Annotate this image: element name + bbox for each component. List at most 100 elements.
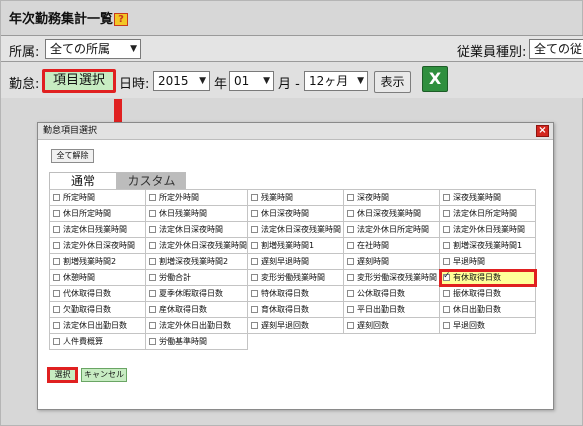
checkbox[interactable] xyxy=(149,242,156,249)
item-checkbox-cell[interactable]: 代休取得日数 xyxy=(49,285,146,302)
checkbox[interactable] xyxy=(53,338,60,345)
checkbox[interactable] xyxy=(53,242,60,249)
item-checkbox-cell[interactable]: 法定休日深夜残業時間 xyxy=(247,221,344,238)
show-button[interactable]: 表示 xyxy=(374,71,411,93)
checkbox[interactable] xyxy=(251,274,258,281)
checkbox[interactable] xyxy=(251,242,258,249)
item-checkbox-cell[interactable]: 欠勤取得日数 xyxy=(49,301,146,318)
close-icon[interactable]: × xyxy=(536,125,549,137)
item-checkbox-cell[interactable]: 遅刻早退回数 xyxy=(247,317,344,334)
item-checkbox-cell[interactable]: 法定休日所定時間 xyxy=(439,205,536,222)
checkbox[interactable] xyxy=(149,226,156,233)
checkbox[interactable] xyxy=(347,242,354,249)
checkbox[interactable] xyxy=(443,258,450,265)
checkbox[interactable] xyxy=(251,210,258,217)
checkbox[interactable] xyxy=(347,258,354,265)
checkbox[interactable] xyxy=(443,322,450,329)
checkbox[interactable] xyxy=(443,242,450,249)
item-checkbox-cell[interactable]: 産休取得日数 xyxy=(145,301,248,318)
cancel-button[interactable]: キャンセル xyxy=(81,368,127,382)
item-checkbox-cell[interactable]: 割増深夜残業時間1 xyxy=(439,237,536,254)
checkbox[interactable] xyxy=(53,226,60,233)
item-checkbox-cell[interactable]: 休日残業時間 xyxy=(145,205,248,222)
item-checkbox-cell[interactable]: 深夜時間 xyxy=(343,189,440,206)
tab-normal[interactable]: 通常 xyxy=(49,172,117,189)
checkbox[interactable] xyxy=(149,274,156,281)
checkbox[interactable] xyxy=(347,210,354,217)
item-checkbox-cell[interactable]: 変形労働残業時間 xyxy=(247,269,344,286)
checkbox[interactable] xyxy=(443,271,451,281)
checkbox[interactable] xyxy=(53,274,60,281)
period-select[interactable]: 12ヶ月 ▼ xyxy=(304,71,368,91)
item-checkbox-cell[interactable]: 休日出勤日数 xyxy=(439,301,536,318)
item-checkbox-cell[interactable]: 休日深夜時間 xyxy=(247,205,344,222)
item-checkbox-cell[interactable]: 有休取得日数 xyxy=(438,268,537,287)
item-checkbox-cell[interactable]: 平日出勤日数 xyxy=(343,301,440,318)
item-checkbox-cell[interactable]: 深夜残業時間 xyxy=(439,189,536,206)
item-checkbox-cell[interactable]: 遅刻早退時間 xyxy=(247,253,344,270)
checkbox[interactable] xyxy=(251,258,258,265)
item-checkbox-cell[interactable]: 遅刻時間 xyxy=(343,253,440,270)
checkbox[interactable] xyxy=(53,290,60,297)
excel-export-icon[interactable]: X xyxy=(422,66,448,92)
item-checkbox-cell[interactable]: 法定外休日残業時間 xyxy=(439,221,536,238)
item-checkbox-cell[interactable]: 休憩時間 xyxy=(49,269,146,286)
item-checkbox-cell[interactable]: 法定休日出勤日数 xyxy=(49,317,146,334)
item-checkbox-cell[interactable]: 割増残業時間1 xyxy=(247,237,344,254)
item-checkbox-cell[interactable]: 遅刻回数 xyxy=(343,317,440,334)
month-select[interactable]: 01 ▼ xyxy=(229,71,274,91)
employee-type-select[interactable]: 全ての従 xyxy=(529,39,583,59)
checkbox[interactable] xyxy=(347,290,354,297)
checkbox[interactable] xyxy=(443,290,450,297)
item-checkbox-cell[interactable]: 変形労働深夜残業時間 xyxy=(343,269,440,286)
item-checkbox-cell[interactable]: 公休取得日数 xyxy=(343,285,440,302)
item-checkbox-cell[interactable]: 残業時間 xyxy=(247,189,344,206)
item-checkbox-cell[interactable]: 特休取得日数 xyxy=(247,285,344,302)
checkbox[interactable] xyxy=(149,194,156,201)
item-checkbox-cell[interactable]: 早退時間 xyxy=(439,253,536,270)
checkbox[interactable] xyxy=(149,306,156,313)
item-checkbox-cell[interactable]: 法定外休日深夜残業時間 xyxy=(145,237,248,254)
item-checkbox-cell[interactable]: 割増残業時間2 xyxy=(49,253,146,270)
checkbox[interactable] xyxy=(149,338,156,345)
item-checkbox-cell[interactable]: 休日深夜残業時間 xyxy=(343,205,440,222)
checkbox[interactable] xyxy=(347,194,354,201)
checkbox[interactable] xyxy=(53,322,60,329)
department-select[interactable]: 全ての所属 ▼ xyxy=(45,39,141,59)
year-select[interactable]: 2015 ▼ xyxy=(153,71,210,91)
item-checkbox-cell[interactable]: 割増深夜残業時間2 xyxy=(145,253,248,270)
checkbox[interactable] xyxy=(149,210,156,217)
tab-custom[interactable]: カスタム xyxy=(117,172,186,189)
item-checkbox-cell[interactable]: 在社時間 xyxy=(343,237,440,254)
select-button[interactable]: 選択 xyxy=(47,367,78,383)
checkbox[interactable] xyxy=(251,194,258,201)
item-checkbox-cell[interactable]: 法定外休日所定時間 xyxy=(343,221,440,238)
checkbox[interactable] xyxy=(347,322,354,329)
checkbox[interactable] xyxy=(251,226,258,233)
checkbox[interactable] xyxy=(251,322,258,329)
item-checkbox-cell[interactable]: 法定休日深夜時間 xyxy=(145,221,248,238)
checkbox[interactable] xyxy=(53,306,60,313)
item-checkbox-cell[interactable]: 休日所定時間 xyxy=(49,205,146,222)
checkbox[interactable] xyxy=(347,226,354,233)
clear-all-button[interactable]: 全て解除 xyxy=(51,149,94,163)
checkbox[interactable] xyxy=(53,194,60,201)
item-checkbox-cell[interactable]: 法定休日残業時間 xyxy=(49,221,146,238)
checkbox[interactable] xyxy=(443,194,450,201)
checkbox[interactable] xyxy=(149,322,156,329)
item-checkbox-cell[interactable]: 労働合計 xyxy=(145,269,248,286)
item-checkbox-cell[interactable]: 夏季休暇取得日数 xyxy=(145,285,248,302)
item-checkbox-cell[interactable]: 所定外時間 xyxy=(145,189,248,206)
checkbox[interactable] xyxy=(443,306,450,313)
checkbox[interactable] xyxy=(443,226,450,233)
item-checkbox-cell[interactable]: 所定時間 xyxy=(49,189,146,206)
checkbox[interactable] xyxy=(443,210,450,217)
checkbox[interactable] xyxy=(149,290,156,297)
checkbox[interactable] xyxy=(347,274,354,281)
checkbox[interactable] xyxy=(347,306,354,313)
item-checkbox-cell[interactable]: 早退回数 xyxy=(439,317,536,334)
item-checkbox-cell[interactable]: 法定外休日出勤日数 xyxy=(145,317,248,334)
checkbox[interactable] xyxy=(251,290,258,297)
item-checkbox-cell[interactable]: 労働基準時間 xyxy=(145,333,248,350)
checkbox[interactable] xyxy=(251,306,258,313)
